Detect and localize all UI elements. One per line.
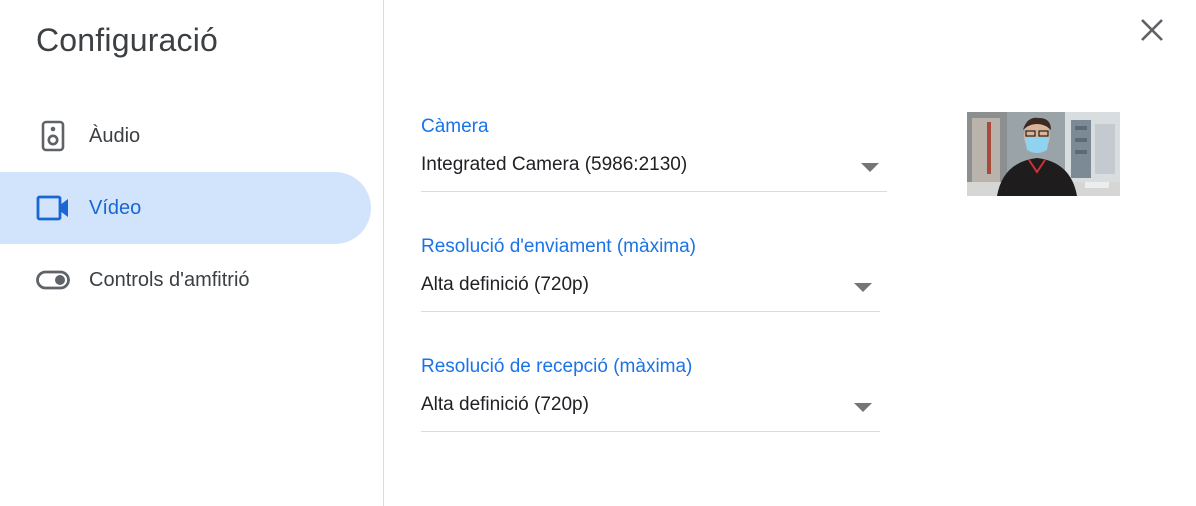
sidebar-item-label: Àudio [89, 124, 141, 147]
settings-dialog: Configuració Àudio Vídeo Controls d'amfi… [0, 0, 1196, 506]
sidebar-item-video[interactable]: Vídeo [0, 172, 371, 244]
close-button[interactable] [1132, 12, 1172, 52]
camera-preview [967, 112, 1120, 196]
speaker-icon [36, 119, 70, 153]
chevron-down-icon [854, 283, 872, 292]
toggle-icon [36, 263, 70, 297]
send-resolution-field: Resolució d'enviament (màxima) Alta defi… [421, 236, 880, 312]
video-camera-icon [36, 191, 70, 225]
dialog-title: Configuració [36, 22, 219, 58]
chevron-down-icon [861, 163, 879, 172]
sidebar-item-label: Controls d'amfitrió [89, 268, 250, 291]
send-resolution-label: Resolució d'enviament (màxima) [421, 236, 697, 257]
receive-resolution-select-value: Alta definició (720p) [421, 394, 589, 415]
camera-label: Càmera [421, 116, 489, 137]
receive-resolution-label: Resolució de recepció (màxima) [421, 356, 693, 377]
send-resolution-select-value: Alta definició (720p) [421, 274, 589, 295]
settings-sidebar: Configuració Àudio Vídeo Controls d'amfi… [0, 0, 384, 506]
sidebar-item-label: Vídeo [89, 196, 142, 219]
chevron-down-icon [854, 403, 872, 412]
close-icon [1139, 17, 1165, 48]
sidebar-item-host-controls[interactable]: Controls d'amfitrió [0, 244, 371, 316]
camera-select-value: Integrated Camera (5986:2130) [421, 154, 688, 175]
sidebar-item-audio[interactable]: Àudio [0, 100, 371, 172]
camera-select[interactable]: Integrated Camera (5986:2130) [421, 154, 887, 192]
receive-resolution-field: Resolució de recepció (màxima) Alta defi… [421, 356, 880, 432]
receive-resolution-select[interactable]: Alta definició (720p) [421, 394, 880, 432]
camera-field: Càmera Integrated Camera (5986:2130) [421, 116, 887, 192]
send-resolution-select[interactable]: Alta definició (720p) [421, 274, 880, 312]
